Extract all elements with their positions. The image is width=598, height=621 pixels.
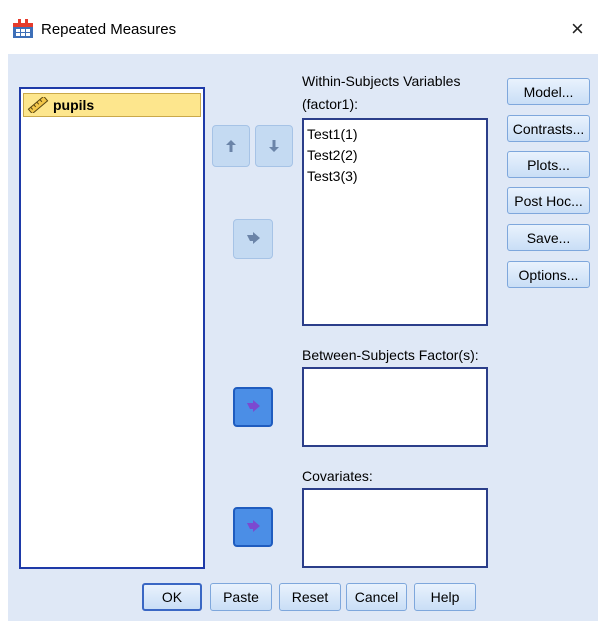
between-subjects-list[interactable] [302, 367, 488, 447]
paste-button[interactable]: Paste [210, 583, 272, 611]
list-item[interactable]: Test2(2) [307, 145, 486, 166]
arrow-right-icon [247, 232, 260, 244]
arrow-right-icon [247, 520, 260, 532]
model-button[interactable]: Model... [507, 78, 590, 105]
move-to-covariates-button[interactable] [233, 507, 273, 547]
close-icon[interactable]: × [571, 16, 584, 42]
ok-button[interactable]: OK [142, 583, 202, 611]
move-to-within-button[interactable] [233, 219, 273, 259]
covariates-label: Covariates: [302, 468, 373, 484]
contrasts-button[interactable]: Contrasts... [507, 115, 590, 142]
covariates-list[interactable] [302, 488, 488, 568]
move-up-button[interactable] [212, 125, 250, 167]
variable-item-pupils[interactable]: pupils [23, 93, 201, 117]
window-title: Repeated Measures [41, 21, 177, 38]
help-button[interactable]: Help [414, 583, 476, 611]
list-item[interactable]: Test1(1) [307, 124, 486, 145]
ruler-scale-icon [27, 97, 49, 113]
source-variable-list[interactable]: pupils [19, 87, 205, 569]
reset-button[interactable]: Reset [279, 583, 341, 611]
arrow-down-icon [269, 140, 279, 152]
variable-name: pupils [53, 97, 95, 113]
post-hoc-button[interactable]: Post Hoc... [507, 187, 590, 214]
spss-app-icon [13, 19, 33, 38]
arrow-up-icon [226, 140, 236, 152]
within-subjects-sublabel: (factor1): [302, 96, 359, 112]
arrow-right-icon [247, 400, 260, 412]
options-button[interactable]: Options... [507, 261, 590, 288]
cancel-button[interactable]: Cancel [346, 583, 407, 611]
within-subjects-list[interactable]: Test1(1) Test2(2) Test3(3) [302, 118, 488, 326]
title-bar: Repeated Measures × [0, 0, 598, 55]
within-subjects-label: Within-Subjects Variables [302, 73, 461, 89]
plots-button[interactable]: Plots... [507, 151, 590, 178]
move-down-button[interactable] [255, 125, 293, 167]
save-button[interactable]: Save... [507, 224, 590, 251]
between-subjects-label: Between-Subjects Factor(s): [302, 347, 479, 363]
list-item[interactable]: Test3(3) [307, 166, 486, 187]
move-to-between-button[interactable] [233, 387, 273, 427]
